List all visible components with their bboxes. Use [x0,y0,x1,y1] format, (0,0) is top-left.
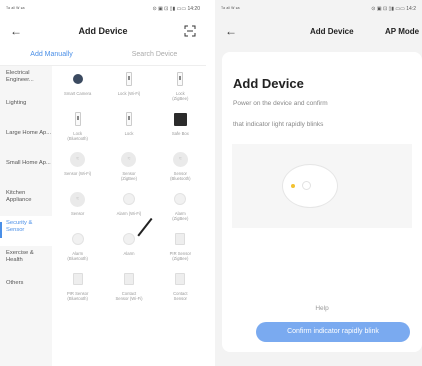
device-item[interactable]: Smart Camera [52,70,103,110]
category-kitchen-appliance[interactable]: Kitchen Appliance [0,186,52,216]
lock-icon [70,110,86,128]
category-large-home-appliance[interactable]: Large Home Ap... [0,126,52,156]
contact-sensor-icon [172,270,188,288]
pir-sensor-icon [172,230,188,248]
device-label: Alarm [123,251,135,256]
device-item[interactable]: Safe Box [155,110,206,150]
tab-search-device[interactable]: Search Device [103,51,206,58]
app-header: ← Add Device AP Mode [215,18,422,44]
instruction-card: Add Device Power on the device and confi… [222,52,422,352]
back-arrow-icon[interactable]: ← [225,25,237,37]
device-item[interactable]: Lock (Wi-Fi) [103,70,154,110]
category-security-sensor[interactable]: Security & Sensor [0,216,52,246]
device-item[interactable]: Lock (ZigBee) [155,70,206,110]
device-item[interactable]: PIR Sensor (Bluetooth) [52,270,103,310]
pir-sensor-icon [70,270,86,288]
device-item[interactable]: Alarm (ZigBee) [155,190,206,230]
device-label: Contact Sensor [173,291,188,302]
power-button-icon [302,181,311,190]
category-lighting[interactable]: Lighting [0,96,52,126]
device-label: Sensor [71,211,85,216]
device-item[interactable]: Contact Sensor [155,270,206,310]
ap-mode-button[interactable]: AP Mode [385,27,419,36]
alarm-icon [121,190,137,208]
device-item[interactable]: Contact Sensor (Wi-Fi) [103,270,154,310]
app-header: ← Add Device [0,18,206,44]
device-item[interactable]: Alarm [103,230,154,270]
device-label: Sensor (Wi-Fi) [64,171,92,176]
sensor-icon: ≈ [70,150,86,168]
device-item[interactable]: ≈ Sensor (ZigBee) [103,150,154,190]
instruction-line-1: Power on the device and confirm [233,100,328,107]
alarm-icon [70,230,86,248]
status-bar-left: ᵀᵃ ᵃˡˡ ᵂ ᵉᵃ [221,6,240,12]
indicator-light-icon [291,184,295,188]
camera-icon [70,70,86,88]
status-bar-right: ⊙ ▣ ⊡ ▯▮ ▭▭ 14:2 [371,6,416,12]
page-title: Add Device [310,26,354,36]
device-label: Sensor (ZigBee) [120,171,138,182]
status-bar: ᵀᵃ ᵃˡˡ ᵂ ᵉᵃ ⊙ ▣ ⊡ ▯▮ ▭▭ 14:2 [215,0,422,18]
device-item[interactable]: ≈ Sensor (Bluetooth) [155,150,206,190]
device-item[interactable]: Alarm (Bluetooth) [52,230,103,270]
device-grid: Smart Camera Lock (Wi-Fi) Lock (ZigBee) … [52,66,206,366]
device-label: Alarm (Wi-Fi) [116,211,142,216]
sensor-icon: ≈ [70,190,86,208]
safe-box-icon [172,110,188,128]
device-label: Alarm (ZigBee) [172,211,189,222]
device-label: Lock (Bluetooth) [67,131,88,142]
device-label: Smart Camera [64,91,92,96]
contact-sensor-icon [121,270,137,288]
device-label: Lock [124,131,134,136]
device-label: PIR Sensor (Bluetooth) [66,291,89,302]
device-label: PIR Sensor (ZigBee) [169,251,192,262]
sensor-icon: ≈ [121,150,137,168]
device-label: Safe Box [171,131,189,136]
lock-icon [121,70,137,88]
lock-icon [172,70,188,88]
alarm-icon [121,230,137,248]
sensor-icon: ≈ [172,150,188,168]
category-sidebar: Electrical Engineer... Lighting Large Ho… [0,66,52,366]
back-arrow-icon[interactable]: ← [10,25,22,37]
status-bar-left: ᵀᵃ ᵃˡˡ ᵂ ᵉᵃ [6,6,25,12]
add-mode-tabs: Add Manually Search Device [0,44,206,66]
alarm-icon [172,190,188,208]
device-label: Lock (Wi-Fi) [117,91,141,96]
device-label: Lock (ZigBee) [172,91,189,102]
device-item[interactable]: Lock [103,110,154,150]
category-exercise-health[interactable]: Exercise & Health [0,246,52,276]
category-electrical[interactable]: Electrical Engineer... [0,66,52,96]
scan-icon[interactable] [184,25,196,37]
device-label: Alarm (Bluetooth) [67,251,88,262]
tab-add-manually[interactable]: Add Manually [0,51,103,58]
lock-icon [121,110,137,128]
category-others[interactable]: Others [0,276,52,306]
instruction-line-2: that indicator light rapidly blinks [233,121,324,128]
device-label: Contact Sensor (Wi-Fi) [115,291,143,302]
device-label: Sensor (Bluetooth) [170,171,191,182]
add-device-manual-screen: ᵀᵃ ᵃˡˡ ᵂ ᵉᵃ ⊙ ▣ ⊡ ▯▮ ▭▭ 14:20 ← Add Devi… [0,0,206,366]
status-bar-right: ⊙ ▣ ⊡ ▯▮ ▭▭ 14:20 [152,6,200,12]
ap-mode-screen: ᵀᵃ ᵃˡˡ ᵂ ᵉᵃ ⊙ ▣ ⊡ ▯▮ ▭▭ 14:2 ← Add Devic… [215,0,422,366]
device-item[interactable]: PIR Sensor (ZigBee) [155,230,206,270]
card-title: Add Device [233,76,304,91]
device-item[interactable]: ≈ Sensor (Wi-Fi) [52,150,103,190]
page-title: Add Device [78,26,128,36]
status-bar: ᵀᵃ ᵃˡˡ ᵂ ᵉᵃ ⊙ ▣ ⊡ ▯▮ ▭▭ 14:20 [0,0,206,18]
help-link[interactable]: Help [222,305,422,312]
device-item[interactable]: ≈ Sensor [52,190,103,230]
category-small-home-appliance[interactable]: Small Home Ap... [0,156,52,186]
device-item[interactable]: Lock (Bluetooth) [52,110,103,150]
confirm-blink-button[interactable]: Confirm indicator rapidly blink [256,322,410,342]
device-illustration [232,144,412,228]
